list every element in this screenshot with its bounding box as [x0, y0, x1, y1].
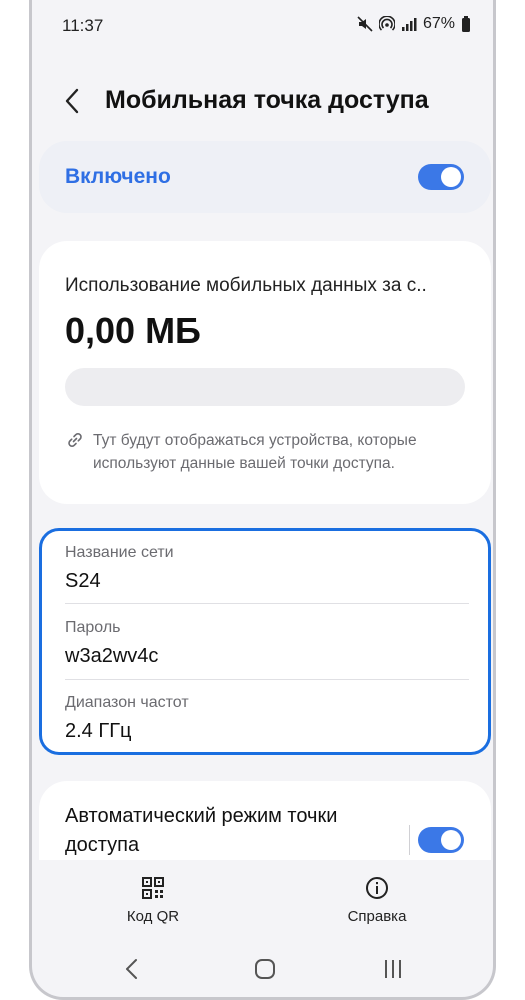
- battery-icon: [462, 16, 470, 32]
- mute-icon: [357, 16, 373, 32]
- network-name-row[interactable]: Название сети S24: [65, 544, 469, 593]
- password-row[interactable]: Пароль w3a2wv4c: [65, 619, 469, 668]
- band-row[interactable]: Диапазон частот 2.4 ГГц: [65, 694, 469, 743]
- status-bar: 11:37 67%: [32, 0, 493, 48]
- hotspot-toggle[interactable]: [418, 164, 464, 190]
- auto-hotspot-label: Автоматический режим точки доступа: [65, 805, 338, 856]
- signal-icon: [401, 18, 417, 31]
- password-value: w3a2wv4c: [65, 645, 159, 667]
- app-bar: Мобильная точка доступа: [32, 72, 493, 128]
- usage-label: Использование мобильных данных за с..: [65, 275, 427, 296]
- band-value: 2.4 ГГц: [65, 720, 132, 742]
- back-button[interactable]: [60, 86, 86, 116]
- qr-code-icon: [142, 877, 164, 899]
- battery-percent: 67%: [422, 15, 455, 32]
- info-icon: [366, 877, 388, 899]
- network-settings-card: Название сети S24 Пароль w3a2wv4c Диапаз…: [39, 528, 491, 755]
- usage-note-text: Тут будут отображаться устройства, котор…: [93, 432, 417, 472]
- qr-code-label: Код QR: [126, 908, 180, 925]
- nav-back-icon: [126, 959, 137, 979]
- nav-home-icon: [255, 959, 275, 979]
- toggle-separator: [409, 825, 410, 855]
- page-title: Мобильная точка доступа: [105, 86, 429, 114]
- auto-hotspot-toggle[interactable]: [418, 827, 464, 853]
- hotspot-icon: [378, 16, 395, 31]
- bottom-actions: Код QR Справка: [32, 860, 493, 940]
- phone-frame: 11:37 67% Мобильная точка доступа Включе…: [29, 0, 496, 1000]
- hotspot-switch-label: Включено: [65, 165, 171, 188]
- usage-note: Тут будут отображаться устройства, котор…: [65, 429, 465, 475]
- usage-bar: [65, 368, 465, 406]
- band-label: Диапазон частот: [65, 694, 189, 711]
- status-icons: 67%: [357, 15, 471, 33]
- usage-value: 0,00 МБ: [65, 310, 201, 351]
- divider: [65, 603, 469, 604]
- help-button[interactable]: Справка: [322, 876, 432, 925]
- help-label: Справка: [347, 908, 407, 925]
- chevron-left-icon: [65, 88, 79, 114]
- nav-back-button[interactable]: [124, 958, 140, 985]
- data-usage-card: Использование мобильных данных за с.. 0,…: [39, 241, 491, 504]
- nav-recent-apps-button[interactable]: [382, 958, 404, 985]
- password-label: Пароль: [65, 619, 121, 636]
- link-icon: [68, 433, 82, 447]
- nav-recent-icon: [385, 960, 401, 978]
- hotspot-switch-card[interactable]: Включено: [39, 141, 491, 213]
- status-time: 11:37: [62, 16, 104, 35]
- qr-code-button[interactable]: Код QR: [98, 876, 208, 925]
- divider: [65, 679, 469, 680]
- network-name-label: Название сети: [65, 544, 174, 561]
- system-nav-bar: [32, 940, 493, 997]
- nav-home-button[interactable]: [254, 958, 276, 985]
- network-name-value: S24: [65, 570, 101, 592]
